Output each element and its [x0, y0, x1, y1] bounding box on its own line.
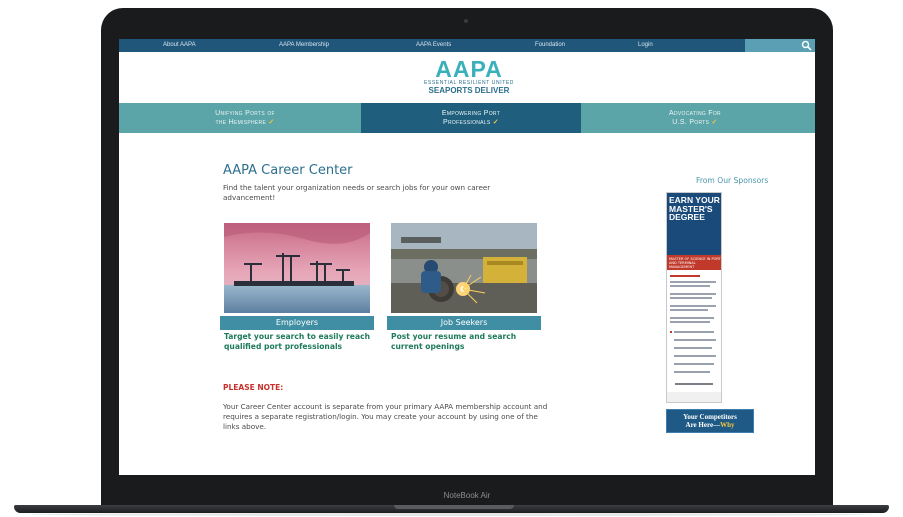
laptop-notch [394, 505, 514, 509]
ad-text-line [670, 281, 716, 283]
laptop-screen: About AAPA AAPA Membership AAPA Events F… [119, 39, 815, 475]
ad-headline: EARN YOUR MASTER'S DEGREE [669, 195, 720, 222]
section-empowering-professionals[interactable]: Empowering Port Professionals ✓ [361, 109, 581, 127]
ad-program-band: MASTER OF SCIENCE IN PORT AND TERMINAL M… [667, 255, 721, 270]
logo-wordmark: AAPA [435, 56, 503, 82]
search-icon [801, 40, 812, 51]
section-label-line2: the Hemisphere [215, 119, 267, 126]
section-label-line1: Unifying Ports of [215, 110, 275, 117]
ad-text-line [670, 321, 710, 323]
masters-degree-ad[interactable]: EARN YOUR MASTER'S DEGREE MASTER OF SCIE… [666, 192, 722, 403]
laptop-brand-label: NoteBook Air [443, 491, 491, 500]
nav-aapa-events[interactable]: AAPA Events [416, 42, 451, 48]
job-seekers-photo[interactable] [391, 223, 537, 313]
job-seekers-tab[interactable]: Job Seekers [387, 316, 541, 330]
ad-university-logo [675, 383, 713, 385]
job-seekers-cta-link[interactable]: Post your resume and search current open… [391, 332, 537, 352]
ad-text-line [674, 339, 716, 341]
ad-program-text: MASTER OF SCIENCE IN PORT AND TERMINAL M… [669, 257, 721, 269]
top-utility-nav: About AAPA AAPA Membership AAPA Events F… [119, 39, 815, 52]
section-unifying-ports[interactable]: Unifying Ports of the Hemisphere ✓ [135, 109, 355, 127]
logo-tagline: SEAPORTS DELIVER [428, 86, 510, 95]
section-nav: Unifying Ports of the Hemisphere ✓ Empow… [119, 103, 815, 133]
ad-text-line [670, 285, 710, 287]
section-label-line2: U.S. Ports [672, 119, 710, 126]
nav-foundation[interactable]: Foundation [535, 42, 565, 48]
ad-text-line [670, 293, 716, 295]
section-advocating-us-ports[interactable]: Advocating For U.S. Ports ✓ [585, 109, 805, 127]
employers-tab[interactable]: Employers [220, 316, 374, 330]
section-label-line1: Empowering Port [441, 110, 501, 117]
employers-cta-link[interactable]: Target your search to easily reach quali… [224, 332, 370, 352]
ad-text-line [670, 297, 712, 299]
employers-photo[interactable] [224, 223, 370, 313]
nav-login[interactable]: Login [638, 42, 653, 48]
aapa-logo[interactable]: AAPA ESSENTIAL RESILIENT UNITED SEAPORTS… [419, 58, 519, 98]
sponsors-heading: From Our Sponsors [696, 176, 769, 185]
nav-aapa-membership[interactable]: AAPA Membership [279, 42, 329, 48]
webcam [464, 19, 468, 23]
nav-about-aapa[interactable]: About AAPA [163, 42, 196, 48]
please-note-heading: PLEASE NOTE: [223, 383, 284, 392]
competitors-ad-text: Your Competitors Are Here—Why [683, 413, 737, 429]
ad-text-line [674, 331, 714, 333]
chevron-down-icon: ✓ [711, 119, 718, 126]
page-title: AAPA Career Center [223, 163, 353, 178]
laptop-shadow [30, 513, 873, 516]
ad-text-line [670, 309, 708, 311]
ad-text-line [670, 317, 714, 319]
ad-text-line [674, 363, 714, 365]
search-button[interactable] [745, 39, 815, 52]
job-seekers-card[interactable]: Job Seekers Post your resume and search … [387, 223, 541, 351]
ad-text-line [674, 371, 710, 373]
employers-card[interactable]: Employers Target your search to easily r… [220, 223, 374, 351]
ad-text-line [670, 305, 716, 307]
please-note-body: Your Career Center account is separate f… [223, 402, 548, 431]
ad-bullet [670, 331, 672, 333]
section-label-line1: Advocating For [669, 110, 721, 117]
competitors-ad[interactable]: Your Competitors Are Here—Why [666, 409, 754, 433]
chevron-down-icon: ✓ [492, 119, 499, 126]
ad-text-line [670, 275, 700, 277]
ad-text-line [674, 347, 712, 349]
section-label-line2: Professionals [443, 119, 491, 126]
chevron-down-icon: ✓ [268, 119, 275, 126]
intro-text: Find the talent your organization needs … [223, 183, 491, 202]
ad-footer [667, 392, 721, 402]
ad-header: EARN YOUR MASTER'S DEGREE [667, 193, 721, 255]
ad-text-line [674, 355, 716, 357]
